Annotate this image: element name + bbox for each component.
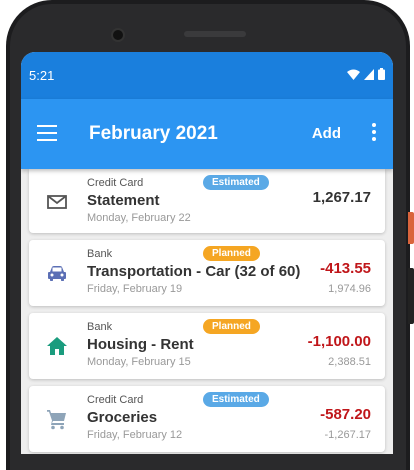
cart-icon [47,410,66,430]
home-icon [47,337,67,355]
amount-value: -587.20 [320,406,371,423]
date-label: Monday, February 15 [87,356,191,368]
battery-icon [378,68,385,80]
status-badge: Planned [203,246,260,261]
menu-icon[interactable] [37,125,57,141]
envelope-icon [47,195,67,209]
amount-value: 1,267.17 [312,189,371,206]
volume-button [408,268,414,324]
amount-value: -413.55 [320,260,371,277]
transaction-card[interactable]: Credit Card Estimated Statement Monday, … [29,169,385,233]
more-options-icon[interactable] [371,123,377,143]
status-bar: 5:21 [21,52,393,99]
transaction-list: Credit Card Estimated Statement Monday, … [21,169,393,454]
balance-value: 1,974.96 [328,283,371,295]
date-label: Friday, February 12 [87,429,183,441]
earpiece-speaker [184,31,246,37]
power-button [408,212,414,244]
page-title: February 2021 [89,123,218,144]
status-badge: Estimated [203,392,269,407]
balance-value: 2,388.51 [328,356,371,368]
status-badge: Estimated [203,175,269,190]
amount-value: -1,100.00 [307,333,371,350]
status-icons [347,68,385,80]
wifi-icon [347,69,360,80]
transaction-card[interactable]: Credit Card Estimated Groceries Friday, … [29,386,385,452]
status-badge: Planned [203,319,260,334]
payee-label: Transportation - Car (32 of 60) [87,263,301,280]
signal-icon [364,68,374,80]
payee-label: Statement [87,192,160,209]
transaction-card[interactable]: Bank Planned Housing - Rent Monday, Febr… [29,313,385,379]
account-label: Bank [87,321,113,333]
account-label: Credit Card [87,394,144,406]
add-button[interactable]: Add [312,125,341,142]
car-icon [48,266,66,281]
date-label: Monday, February 22 [87,212,191,224]
status-time: 5:21 [29,68,55,83]
account-label: Bank [87,248,113,260]
date-label: Friday, February 19 [87,283,183,295]
transaction-card[interactable]: Bank Planned Transportation - Car (32 of… [29,240,385,306]
payee-label: Housing - Rent [87,336,194,353]
screen: 5:21 February 2021 Add Credit Card Estim… [21,52,393,454]
payee-label: Groceries [87,409,158,426]
app-bar: February 2021 Add [21,99,393,169]
front-camera [111,28,125,42]
balance-value: -1,267.17 [324,429,371,441]
account-label: Credit Card [87,177,144,189]
